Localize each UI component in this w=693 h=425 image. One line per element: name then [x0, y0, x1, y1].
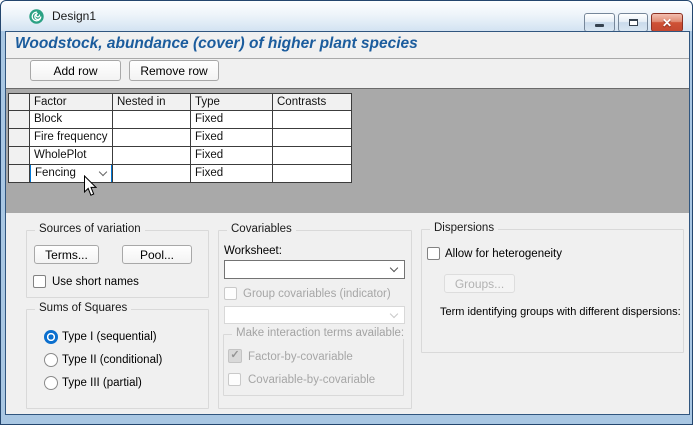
type-iii-radio[interactable]: [44, 376, 58, 390]
options-panel: Sources of variation Terms... Pool... Us…: [6, 213, 689, 414]
canoco-logo-icon: [29, 9, 44, 24]
dataset-banner: Woodstock, abundance (cover) of higher p…: [6, 32, 689, 59]
table-cell-contrasts[interactable]: [273, 165, 351, 182]
sums-of-squares-group: Sums of Squares Type I (sequential) Type…: [26, 309, 209, 409]
covariable-by-covariable-checkbox[interactable]: [228, 373, 241, 386]
worksheet-label: Worksheet:: [224, 244, 282, 258]
column-header-nested-in[interactable]: Nested in: [113, 94, 190, 110]
remove-row-button[interactable]: Remove row: [129, 60, 219, 81]
maximize-icon: [629, 19, 638, 26]
close-button[interactable]: ✕: [651, 13, 683, 32]
interaction-terms-title: Make interaction terms available:: [232, 327, 408, 339]
pool-button[interactable]: Pool...: [122, 245, 192, 264]
group-covariables-combobox[interactable]: [224, 306, 405, 324]
table-cell-type[interactable]: Fixed: [191, 165, 272, 182]
factor-combobox[interactable]: Fencing: [30, 165, 112, 182]
dispersions-title: Dispersions: [430, 222, 498, 234]
allow-heterogeneity-checkbox[interactable]: [427, 247, 440, 260]
row-selector[interactable]: [9, 111, 29, 128]
dispersions-group: Dispersions Allow for heterogeneity Grou…: [421, 229, 684, 353]
dialog-content: Woodstock, abundance (cover) of higher p…: [5, 31, 690, 415]
covariables-group: Covariables Worksheet: Group covariables…: [218, 230, 412, 409]
table-cell-contrasts[interactable]: [273, 111, 351, 128]
type-ii-radio[interactable]: [44, 353, 58, 367]
close-icon: ✕: [662, 17, 672, 29]
worksheet-combobox[interactable]: [224, 260, 405, 279]
table-cell-factor-editing: Fencing: [30, 165, 112, 182]
factor-by-covariable-label: Factor-by-covariable: [248, 350, 353, 364]
table-cell-type[interactable]: Fixed: [191, 147, 272, 164]
sums-of-squares-title: Sums of Squares: [35, 302, 131, 314]
chevron-down-icon[interactable]: [99, 168, 107, 176]
row-selector-header: [9, 94, 29, 110]
group-covariables-checkbox[interactable]: [224, 287, 237, 300]
minimize-icon: [595, 24, 604, 27]
minimize-button[interactable]: [584, 13, 615, 32]
design-window: Design1 ✕ Woodstock, abundance (cover) o…: [0, 0, 693, 425]
table-cell-nested-in[interactable]: [113, 165, 190, 182]
table-cell-nested-in[interactable]: [113, 147, 190, 164]
table-cell-type[interactable]: Fixed: [191, 111, 272, 128]
groups-button[interactable]: Groups...: [444, 274, 515, 293]
table-cell-factor[interactable]: Block: [30, 111, 112, 128]
column-header-factor[interactable]: Factor: [30, 94, 112, 110]
row-selector[interactable]: [9, 147, 29, 164]
dataset-title: Woodstock, abundance (cover) of higher p…: [15, 35, 418, 53]
table-cell-contrasts[interactable]: [273, 147, 351, 164]
covariables-title: Covariables: [227, 223, 296, 235]
table-cell-factor[interactable]: Fire frequency: [30, 129, 112, 146]
group-covariables-label: Group covariables (indicator): [243, 287, 391, 301]
dispersions-term-text: Term identifying groups with different d…: [440, 305, 681, 319]
window-title: Design1: [52, 9, 96, 23]
type-i-radio[interactable]: [44, 330, 58, 344]
mouse-cursor: [83, 175, 97, 197]
column-header-type[interactable]: Type: [191, 94, 272, 110]
type-i-label[interactable]: Type I (sequential): [62, 330, 157, 344]
use-short-names-checkbox[interactable]: [33, 275, 46, 288]
interaction-terms-group: Make interaction terms available: ✓ Fact…: [223, 334, 404, 396]
sources-of-variation-group: Sources of variation Terms... Pool... Us…: [26, 230, 209, 298]
table-cell-type[interactable]: Fixed: [191, 129, 272, 146]
title-bar[interactable]: Design1 ✕: [1, 1, 692, 31]
table-cell-nested-in[interactable]: [113, 129, 190, 146]
allow-heterogeneity-label: Allow for heterogeneity: [445, 247, 562, 261]
sources-of-variation-title: Sources of variation: [35, 223, 145, 235]
add-row-button[interactable]: Add row: [30, 60, 121, 81]
terms-button[interactable]: Terms...: [34, 245, 99, 264]
row-selector[interactable]: [9, 129, 29, 146]
factor-by-covariable-checkbox[interactable]: ✓: [228, 349, 242, 363]
row-selector[interactable]: [9, 165, 29, 182]
table-cell-nested-in[interactable]: [113, 111, 190, 128]
factors-table: Factor Nested in Type Contrasts Block Fi…: [8, 93, 352, 183]
column-header-contrasts[interactable]: Contrasts: [273, 94, 351, 110]
table-cell-factor[interactable]: WholePlot: [30, 147, 112, 164]
type-iii-label[interactable]: Type III (partial): [62, 376, 142, 390]
chevron-down-icon[interactable]: [390, 264, 398, 272]
design-workspace: Factor Nested in Type Contrasts Block Fi…: [6, 88, 689, 213]
use-short-names-label: Use short names: [52, 275, 139, 289]
table-cell-contrasts[interactable]: [273, 129, 351, 146]
chevron-down-icon: [390, 309, 398, 317]
factor-combobox-value: Fencing: [35, 165, 76, 182]
covariable-by-covariable-label: Covariable-by-covariable: [248, 373, 375, 387]
maximize-button[interactable]: [618, 13, 648, 32]
type-ii-label[interactable]: Type II (conditional): [62, 353, 162, 367]
